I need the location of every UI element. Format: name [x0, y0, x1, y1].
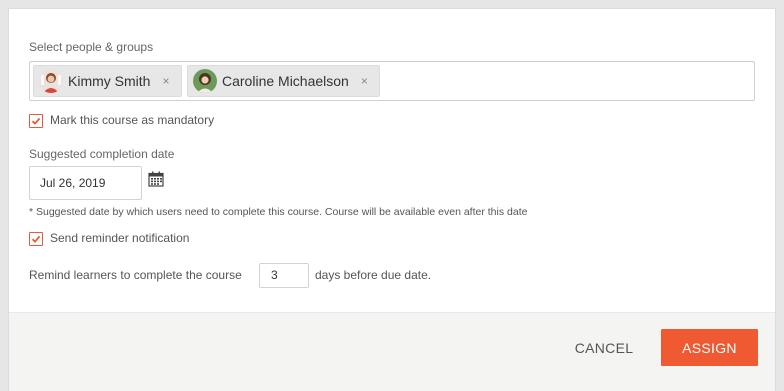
remind-prefix-text: Remind learners to complete the course — [29, 268, 242, 282]
people-selector[interactable]: Kimmy Smith × Caroline Michaelson × — [29, 61, 755, 101]
reminder-label: Send reminder notification — [50, 231, 190, 245]
person-chip-caroline-michaelson: Caroline Michaelson × — [187, 65, 380, 97]
mandatory-checkbox[interactable] — [29, 114, 43, 128]
calendar-icon[interactable] — [148, 171, 164, 187]
assign-course-dialog: Select people & groups Kimmy Smith × Car… — [8, 8, 776, 391]
checkmark-icon — [31, 235, 41, 243]
completion-date-note: * Suggested date by which users need to … — [29, 206, 528, 218]
cancel-button[interactable]: CANCEL — [561, 328, 647, 368]
avatar — [193, 69, 217, 93]
remind-suffix-text: days before due date. — [315, 268, 432, 282]
dialog-content: Select people & groups Kimmy Smith × Car… — [9, 9, 775, 312]
close-icon[interactable]: × — [361, 74, 368, 88]
completion-date-input[interactable]: Jul 26, 2019 — [29, 166, 142, 200]
assign-button[interactable]: ASSIGN — [661, 329, 758, 366]
close-icon[interactable]: × — [162, 74, 169, 88]
people-groups-label: Select people & groups — [29, 40, 154, 54]
person-chip-kimmy-smith: Kimmy Smith × — [33, 65, 182, 97]
reminder-days-input[interactable]: 3 — [259, 263, 309, 288]
reminder-checkbox[interactable] — [29, 232, 43, 246]
completion-date-label: Suggested completion date — [29, 147, 175, 161]
checkmark-icon — [31, 117, 41, 125]
mandatory-label: Mark this course as mandatory — [50, 113, 215, 127]
person-chip-name: Kimmy Smith — [68, 73, 151, 89]
person-chip-name: Caroline Michaelson — [222, 73, 349, 89]
avatar — [39, 69, 63, 93]
